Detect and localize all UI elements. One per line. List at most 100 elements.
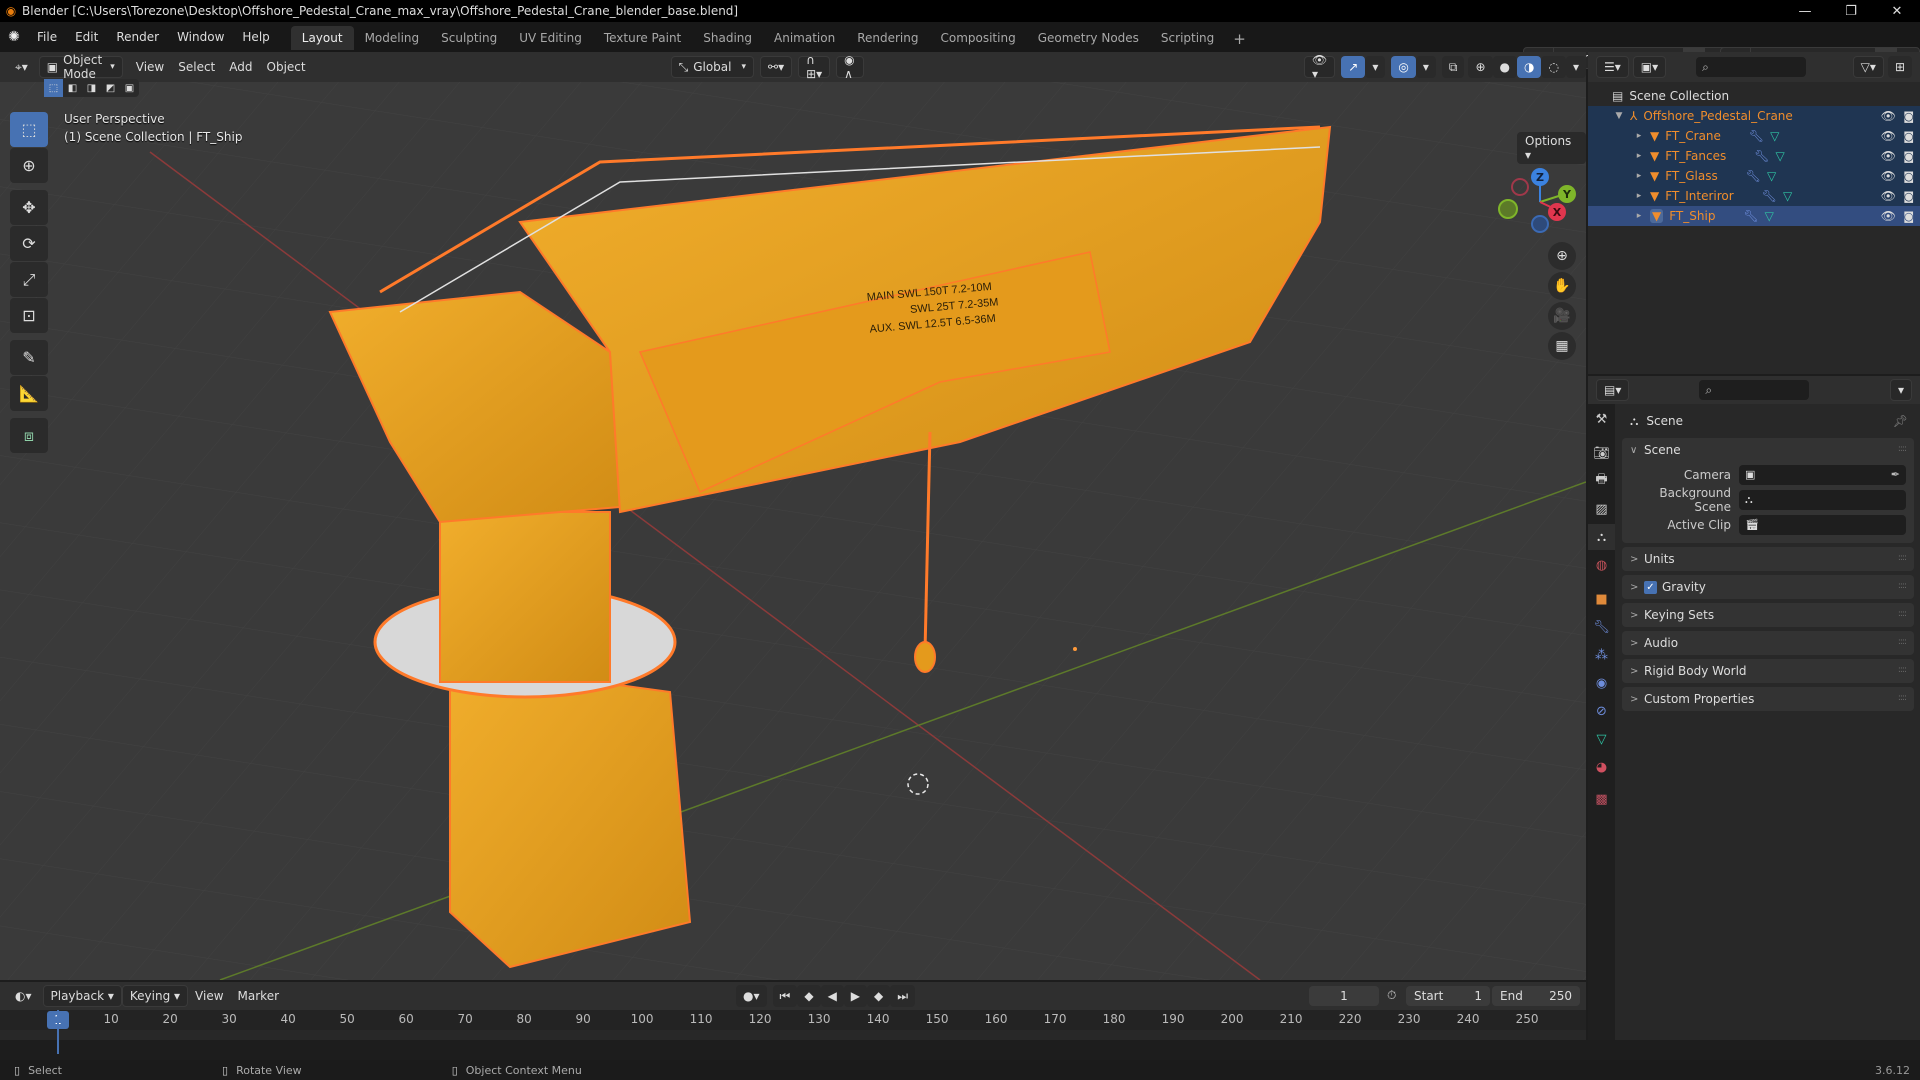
neg-x-axis-icon[interactable] [1511,178,1529,196]
menu-edit[interactable]: Edit [66,30,107,44]
jump-start-button[interactable]: ⏮ [772,985,798,1007]
tab-data[interactable]: ▽ [1588,726,1615,752]
rotate-tool[interactable]: ⟳ [10,226,48,261]
display-mode-button[interactable]: ▣▾ [1632,56,1667,78]
expand-arrow-icon[interactable]: ▸ [1632,211,1646,221]
transform-tool[interactable]: ⊡ [10,298,48,333]
menu-help[interactable]: Help [233,30,278,44]
menu-render[interactable]: Render [107,30,168,44]
gravity-checkbox[interactable]: ✓ [1644,580,1657,594]
tab-rendering[interactable]: Rendering [846,26,929,50]
navigation-gizmo[interactable]: Z Y X [1495,162,1585,252]
pin-icon[interactable]: 📌︎ [1893,414,1908,428]
panel-gravity[interactable]: > ✓ Gravity:::: [1622,575,1914,599]
properties-editor-type[interactable]: ▤▾ [1596,379,1630,401]
drag-handle-icon[interactable]: :::: [1898,693,1907,703]
snap-toggle[interactable]: ∩ ⊞▾ [798,53,831,81]
shading-wireframe-button[interactable]: ⊕ [1468,56,1493,78]
play-button[interactable]: ▶ [843,985,868,1007]
drag-handle-icon[interactable]: :::: [1898,581,1907,591]
tab-world[interactable]: ◍ [1588,552,1615,578]
expand-arrow-icon[interactable]: ▸ [1632,131,1646,141]
select-extend-icon[interactable]: ◧ [63,79,82,97]
end-frame-field[interactable]: End 250 [1492,986,1580,1006]
outliner-object-row[interactable]: ▸ ▼ FT_Fances 🔧︎ ▽ 👁 ◙ [1588,146,1920,166]
tab-particles[interactable]: ⁂ [1588,642,1615,668]
menu-object[interactable]: Object [260,56,313,78]
camera-field[interactable]: ▣ ✒ [1739,464,1906,485]
properties-search-input[interactable]: ⌕ [1699,380,1810,400]
transform-orientation-selector[interactable]: ⤡ Global ▾ [670,56,755,78]
tab-output[interactable]: 🖶 [1588,468,1615,494]
select-box-tool[interactable]: ⬚ [10,112,48,147]
outliner-object-row[interactable]: ▸ ▼ FT_Crane 🔧︎ ▽ 👁 ◙ [1588,126,1920,146]
3d-viewport[interactable]: MAIN SWL 150T 7.2-10M SWL 25T 7.2-35M AU… [0,52,1586,980]
wrench-icon[interactable]: 🔧︎ [1746,169,1761,183]
outliner-search-input[interactable]: ⌕ [1696,57,1807,77]
mode-selector[interactable]: ▣ Object Mode ▾ [38,53,123,81]
editor-type-button[interactable]: ⌖▾ [8,56,35,78]
timeline-editor[interactable]: ◐▾ Playback ▾ Keying ▾ View Marker ●▾ ⏮ … [0,982,1586,1054]
close-button[interactable]: ✕ [1874,0,1920,22]
outliner-editor-type[interactable]: ☰▾ [1596,56,1629,78]
render-camera-icon[interactable]: ◙ [1903,150,1914,163]
tab-modeling[interactable]: Modeling [354,26,431,50]
wrench-icon[interactable]: 🔧︎ [1743,209,1758,223]
camera-view-button[interactable]: 🎥 [1548,302,1576,330]
visibility-eye-icon[interactable]: 👁 [1881,209,1896,223]
shading-dropdown[interactable]: ▾ [1565,56,1586,78]
tab-render[interactable]: 📷︎ [1588,440,1615,466]
visibility-eye-icon[interactable]: 👁 [1881,169,1896,183]
menu-select[interactable]: Select [171,56,222,78]
mesh-data-icon[interactable]: ▽ [1767,169,1776,183]
tab-material[interactable]: ◕ [1588,754,1615,780]
neg-y-axis-icon[interactable] [1498,199,1518,219]
start-frame-field[interactable]: Start 1 [1406,986,1490,1006]
tab-constraints[interactable]: ⊘ [1588,698,1615,724]
timeline-view-menu[interactable]: View [188,985,230,1007]
properties-options-dropdown[interactable]: ▾ [1889,379,1912,401]
tab-modifiers[interactable]: 🔧︎ [1588,614,1615,640]
render-camera-icon[interactable]: ◙ [1903,170,1914,183]
proportional-edit-toggle[interactable]: ◉ ∧ [836,53,865,81]
wrench-icon[interactable]: 🔧︎ [1754,149,1769,163]
scale-tool[interactable]: ⤢ [10,262,48,297]
shading-rendered-button[interactable]: ◌ [1541,56,1566,78]
panel-audio[interactable]: > Audio:::: [1622,631,1914,655]
tab-scripting[interactable]: Scripting [1150,26,1225,50]
outliner-object-row-active[interactable]: ▸ ▼ FT_Ship 🔧︎ ▽ 👁 ◙ [1588,206,1920,226]
overlay-toggle[interactable]: ◎ [1391,56,1416,78]
filter-button[interactable]: ▽▾ [1852,56,1884,78]
scene-collection-row[interactable]: ▤ Scene Collection [1588,86,1920,106]
current-frame-field[interactable]: 1 [1309,986,1379,1006]
add-workspace-button[interactable]: + [1225,28,1254,50]
panel-header[interactable]: ∨ Scene :::: [1622,438,1914,462]
neg-z-axis-icon[interactable] [1531,215,1549,233]
keying-menu[interactable]: Keying ▾ [121,985,189,1007]
shading-material-button[interactable]: ◑ [1517,56,1542,78]
render-camera-icon[interactable]: ◙ [1903,130,1914,143]
playhead[interactable] [57,1010,59,1054]
tab-scene[interactable]: ⛬ [1588,524,1615,550]
tab-tool[interactable]: ⚒ [1588,406,1615,432]
menu-view[interactable]: View [129,56,171,78]
visibility-eye-icon[interactable]: 👁 [1881,149,1896,163]
tab-compositing[interactable]: Compositing [929,26,1026,50]
eyedropper-icon[interactable]: ✒ [1891,468,1900,481]
tab-geometry-nodes[interactable]: Geometry Nodes [1027,26,1150,50]
play-reverse-button[interactable]: ◀ [820,985,844,1007]
ortho-toggle-button[interactable]: ▦ [1548,332,1576,360]
move-tool[interactable]: ✥ [10,190,48,225]
background-scene-field[interactable]: ⛬ [1739,489,1906,510]
timeline-editor-type[interactable]: ◐▾ [8,985,39,1007]
jump-end-button[interactable]: ⏭ [890,985,916,1007]
visibility-eye-icon[interactable]: 👁 [1881,129,1896,143]
expand-arrow-icon[interactable]: ▼ [1612,111,1626,121]
tab-physics[interactable]: ◉ [1588,670,1615,696]
drag-handle-icon[interactable]: :::: [1898,637,1907,647]
wrench-icon[interactable]: 🔧︎ [1749,129,1764,143]
blender-menu-icon[interactable]: ✺ [0,29,28,45]
expand-arrow-icon[interactable]: ▸ [1632,151,1646,161]
panel-keying-sets[interactable]: > Keying Sets:::: [1622,603,1914,627]
tab-uv-editing[interactable]: UV Editing [508,26,593,50]
